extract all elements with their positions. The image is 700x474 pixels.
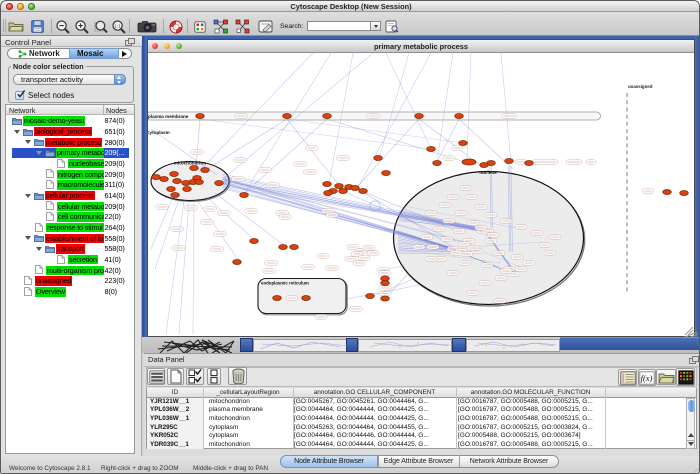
- svg-text:endoplasmic reticulum: endoplasmic reticulum: [261, 281, 309, 286]
- svg-text:mitochondrion: mitochondrion: [174, 160, 206, 165]
- svg-text:cytoplasm: cytoplasm: [148, 130, 170, 135]
- svg-text:plasma membrane: plasma membrane: [148, 114, 189, 119]
- svg-text:1:1: 1:1: [114, 23, 121, 28]
- svg-text:unassigned: unassigned: [628, 84, 653, 89]
- svg-text:f(x): f(x): [641, 373, 653, 383]
- svg-text:nucleus: nucleus: [479, 170, 497, 175]
